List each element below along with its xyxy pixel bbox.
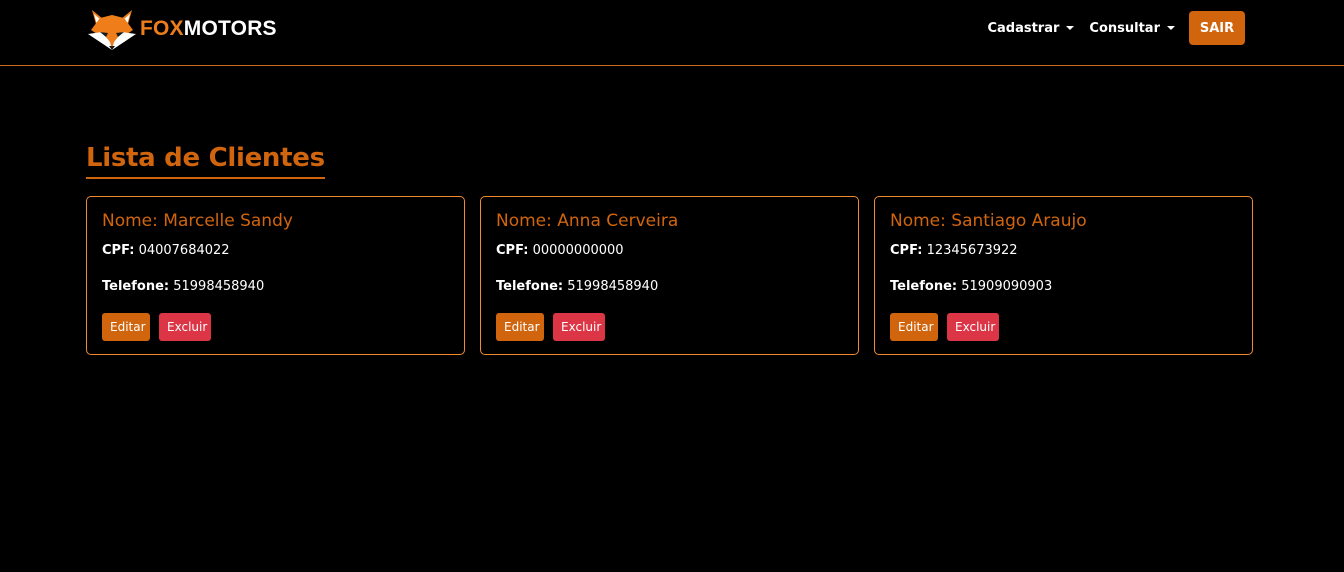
edit-button[interactable]: Editar [496, 313, 544, 341]
register-dropdown[interactable]: Cadastrar [987, 20, 1075, 36]
delete-button[interactable]: Excluir [159, 313, 211, 341]
client-phone: Telefone: 51998458940 [102, 279, 264, 294]
delete-button[interactable]: Excluir [947, 313, 999, 341]
client-card: Nome: Anna Cerveira CPF: 00000000000 Tel… [480, 196, 859, 355]
cpf-label: CPF: [496, 243, 529, 258]
client-phone: Telefone: 51998458940 [496, 279, 658, 294]
client-name: Nome: Marcelle Sandy [102, 211, 293, 231]
card-actions: Editar Excluir [102, 313, 211, 341]
name-label: Nome: [496, 211, 558, 231]
client-cpf: CPF: 04007684022 [102, 243, 230, 258]
phone-value: 51909090903 [961, 279, 1053, 294]
phone-value: 51998458940 [567, 279, 659, 294]
caret-down-icon [1167, 26, 1175, 30]
card-actions: Editar Excluir [496, 313, 605, 341]
caret-down-icon [1066, 26, 1075, 30]
phone-value: 51998458940 [173, 279, 265, 294]
client-card-list: Nome: Marcelle Sandy CPF: 04007684022 Te… [86, 196, 1253, 355]
cpf-value: 00000000000 [532, 243, 624, 258]
fox-head-icon [88, 10, 136, 50]
name-label: Nome: [890, 211, 952, 231]
register-dropdown-label: Cadastrar [987, 20, 1060, 36]
nav-menu: Cadastrar Consultar SAIR [987, 11, 1245, 45]
page-title: Lista de Clientes [86, 140, 325, 179]
client-name: Nome: Santiago Araujo [890, 211, 1087, 231]
phone-label: Telefone: [102, 279, 170, 294]
cpf-label: CPF: [890, 243, 923, 258]
brand-name: FOXMOTORS [140, 17, 277, 41]
name-value: Anna Cerveira [557, 211, 679, 231]
logout-button[interactable]: SAIR [1189, 11, 1245, 45]
client-phone: Telefone: 51909090903 [890, 279, 1052, 294]
query-dropdown[interactable]: Consultar [1089, 21, 1175, 36]
cpf-label: CPF: [102, 243, 135, 258]
cpf-value: 12345673922 [926, 243, 1018, 258]
client-cpf: CPF: 00000000000 [496, 243, 624, 258]
edit-button[interactable]: Editar [102, 313, 150, 341]
brand-motors-text: MOTORS [183, 17, 277, 40]
phone-label: Telefone: [496, 279, 564, 294]
client-name: Nome: Anna Cerveira [496, 211, 678, 231]
client-card: Nome: Marcelle Sandy CPF: 04007684022 Te… [86, 196, 465, 355]
name-label: Nome: [102, 211, 164, 231]
phone-label: Telefone: [890, 279, 958, 294]
delete-button[interactable]: Excluir [553, 313, 605, 341]
navbar: FOXMOTORS Cadastrar Consultar SAIR [0, 0, 1344, 66]
client-card: Nome: Santiago Araujo CPF: 12345673922 T… [874, 196, 1253, 355]
edit-button[interactable]: Editar [890, 313, 938, 341]
brand-logo[interactable]: FOXMOTORS [86, 6, 277, 52]
brand-fox-text: FOX [140, 17, 184, 40]
cpf-value: 04007684022 [138, 243, 230, 258]
card-actions: Editar Excluir [890, 313, 999, 341]
name-value: Marcelle Sandy [163, 211, 293, 231]
query-dropdown-label: Consultar [1089, 20, 1160, 36]
name-value: Santiago Araujo [951, 211, 1087, 231]
client-cpf: CPF: 12345673922 [890, 243, 1018, 258]
